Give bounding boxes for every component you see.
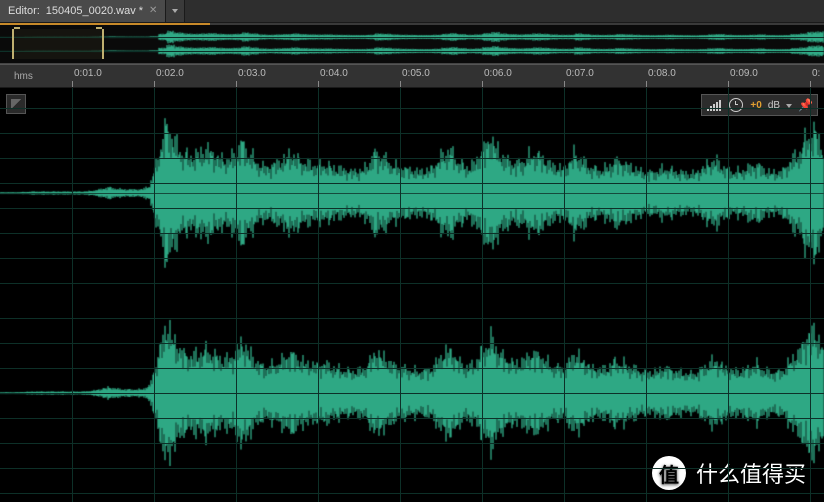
time-tick: 0:01.0 <box>74 68 102 79</box>
tab-filename: 150405_0020.wav * <box>46 5 143 17</box>
overview-selection-handle[interactable] <box>12 29 104 59</box>
time-tick: 0:06.0 <box>484 68 512 79</box>
watermark-badge: 值 <box>652 456 686 490</box>
time-tick: 0:03.0 <box>238 68 266 79</box>
time-tick: 0:02.0 <box>156 68 184 79</box>
audio-editor-window: Editor: 150405_0020.wav * ✕ hms 0:01.0 0:… <box>0 0 824 502</box>
editor-tab[interactable]: Editor: 150405_0020.wav * ✕ <box>0 0 166 22</box>
overview-wave <box>0 27 824 61</box>
channel-left <box>0 98 824 288</box>
time-tick: 0: <box>812 68 820 79</box>
tab-dropdown[interactable] <box>166 0 185 22</box>
time-tick: 0:04.0 <box>320 68 348 79</box>
tab-bar: Editor: 150405_0020.wav * ✕ <box>0 0 824 23</box>
watermark-text: 什么值得买 <box>696 457 806 489</box>
time-tick: 0:07.0 <box>566 68 594 79</box>
waveform-display[interactable]: +0 dB 📌 值 什么值得买 <box>0 88 824 502</box>
overview-panel[interactable] <box>0 25 824 64</box>
tab-prefix: Editor: <box>8 5 40 17</box>
time-ruler[interactable]: hms 0:01.0 0:02.0 0:03.0 0:04.0 0:05.0 0:06.0… <box>0 64 824 88</box>
time-unit-label: hms <box>14 71 33 82</box>
time-tick: 0:09.0 <box>730 68 758 79</box>
close-icon[interactable]: ✕ <box>149 6 157 16</box>
time-tick: 0:05.0 <box>402 68 430 79</box>
time-tick: 0:08.0 <box>648 68 676 79</box>
chevron-down-icon <box>172 9 178 13</box>
